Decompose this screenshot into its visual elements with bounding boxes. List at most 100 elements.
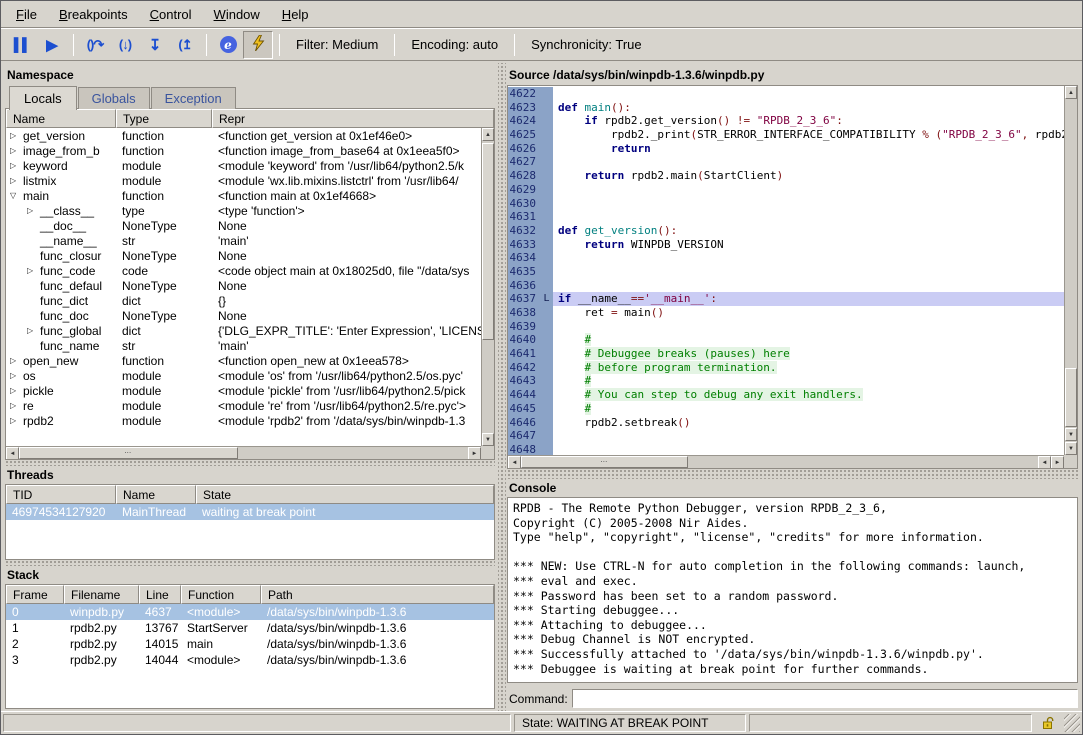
namespace-row[interactable]: func_namestr'main' xyxy=(6,338,494,353)
line-number[interactable]: 4645 xyxy=(508,402,540,416)
line-number[interactable]: 4626 xyxy=(508,142,540,156)
line-number[interactable]: 4622 xyxy=(508,87,540,101)
collapsed-triangle-icon[interactable]: ▷ xyxy=(10,371,23,380)
line-number[interactable]: 4623 xyxy=(508,101,540,115)
collapsed-triangle-icon[interactable]: ▷ xyxy=(27,326,40,335)
resize-grip[interactable] xyxy=(1064,714,1080,732)
column-header-name[interactable]: Name xyxy=(6,109,116,128)
scroll-down-icon[interactable]: ▼ xyxy=(1065,428,1077,441)
column-header-name[interactable]: Name xyxy=(116,485,196,504)
command-input[interactable] xyxy=(572,689,1078,708)
break-button[interactable]: ▌▌ xyxy=(7,31,37,59)
scroll-right-icon[interactable]: ► xyxy=(1051,456,1064,469)
menu-help[interactable]: Help xyxy=(271,2,320,27)
namespace-row[interactable]: ▷func_codecode<code object main at 0x180… xyxy=(6,263,494,278)
column-header-frame[interactable]: Frame xyxy=(6,585,64,604)
source-vertical-scrollbar[interactable]: ▲ ▼ ▼ xyxy=(1064,86,1077,455)
stack-frame-row[interactable]: 0winpdb.py4637<module>/data/sys/bin/winp… xyxy=(6,604,494,620)
line-number[interactable]: 4632 xyxy=(508,224,540,238)
line-number[interactable]: 4647 xyxy=(508,429,540,443)
scroll-left-icon[interactable]: ◄ xyxy=(508,456,521,469)
namespace-row[interactable]: ▷rpdb2module<module 'rpdb2' from '/data/… xyxy=(6,413,494,428)
line-number[interactable]: 4635 xyxy=(508,265,540,279)
synchronicity-button[interactable] xyxy=(243,31,273,59)
column-header-line[interactable]: Line xyxy=(139,585,181,604)
line-number[interactable]: 4631 xyxy=(508,210,540,224)
namespace-row[interactable]: ▷osmodule<module 'os' from '/usr/lib64/p… xyxy=(6,368,494,383)
scroll-left-icon[interactable]: ◄ xyxy=(1038,456,1051,469)
next-button[interactable]: ()↷ xyxy=(80,31,110,59)
go-button[interactable]: ▶ xyxy=(37,31,67,59)
encoding-button[interactable]: e xyxy=(213,31,243,59)
line-number[interactable]: 4646 xyxy=(508,416,540,430)
column-header-state[interactable]: State xyxy=(196,485,494,504)
scroll-right-icon[interactable]: ► xyxy=(468,447,481,460)
line-number[interactable]: 4625 xyxy=(508,128,540,142)
line-number[interactable]: 4624 xyxy=(508,114,540,128)
scroll-left-icon[interactable]: ◄ xyxy=(6,447,19,460)
menu-file[interactable]: File xyxy=(5,2,48,27)
tab-locals[interactable]: Locals xyxy=(9,86,77,110)
menu-window[interactable]: Window xyxy=(203,2,271,27)
namespace-row[interactable]: ▷open_newfunction<function open_new at 0… xyxy=(6,353,494,368)
collapsed-triangle-icon[interactable]: ▷ xyxy=(27,266,40,275)
line-number[interactable]: 4648 xyxy=(508,443,540,455)
namespace-row[interactable]: func_defaulNoneTypeNone xyxy=(6,278,494,293)
stack-frame-row[interactable]: 3rpdb2.py14044<module>/data/sys/bin/winp… xyxy=(6,652,494,668)
vertical-splitter[interactable] xyxy=(498,63,506,711)
scroll-down-icon[interactable]: ▼ xyxy=(1065,442,1077,455)
scrollbar-thumb[interactable] xyxy=(482,143,494,340)
column-header-filename[interactable]: Filename xyxy=(64,585,139,604)
tab-globals[interactable]: Globals xyxy=(78,87,150,109)
collapsed-triangle-icon[interactable]: ▷ xyxy=(10,356,23,365)
collapsed-triangle-icon[interactable]: ▷ xyxy=(10,176,23,185)
namespace-row[interactable]: ▷remodule<module 're' from '/usr/lib64/p… xyxy=(6,398,494,413)
line-number[interactable]: 4636 xyxy=(508,279,540,293)
step-button[interactable]: (↓) xyxy=(110,31,140,59)
line-number[interactable]: 4643 xyxy=(508,374,540,388)
column-header-tid[interactable]: TID xyxy=(6,485,116,504)
goto-button[interactable]: ↧ xyxy=(140,31,170,59)
menu-breakpoints[interactable]: Breakpoints xyxy=(48,2,139,27)
namespace-row[interactable]: ▷keywordmodule<module 'keyword' from '/u… xyxy=(6,158,494,173)
expanded-triangle-icon[interactable]: ▽ xyxy=(10,191,23,200)
column-header-path[interactable]: Path xyxy=(261,585,494,604)
collapsed-triangle-icon[interactable]: ▷ xyxy=(10,416,23,425)
line-number[interactable]: 4627 xyxy=(508,155,540,169)
scroll-down-icon[interactable]: ▼ xyxy=(482,433,494,446)
namespace-row[interactable]: ▷__class__type<type 'function'> xyxy=(6,203,494,218)
collapsed-triangle-icon[interactable]: ▷ xyxy=(10,131,23,140)
tab-exception[interactable]: Exception xyxy=(151,87,236,109)
namespace-row[interactable]: __doc__NoneTypeNone xyxy=(6,218,494,233)
line-number[interactable]: 4628 xyxy=(508,169,540,183)
line-number[interactable]: 4633 xyxy=(508,238,540,252)
source-console-splitter[interactable] xyxy=(507,469,1078,479)
namespace-horizontal-scrollbar[interactable]: ◄ ⋯ ► xyxy=(6,446,481,459)
line-number[interactable]: 4634 xyxy=(508,251,540,265)
scrollbar-trough[interactable] xyxy=(238,447,469,459)
scrollbar-thumb[interactable]: ⋯ xyxy=(19,447,238,459)
collapsed-triangle-icon[interactable]: ▷ xyxy=(27,206,40,215)
namespace-row[interactable]: func_closurNoneTypeNone xyxy=(6,248,494,263)
menu-control[interactable]: Control xyxy=(139,2,203,27)
scroll-up-icon[interactable]: ▲ xyxy=(482,128,494,141)
collapsed-triangle-icon[interactable]: ▷ xyxy=(10,401,23,410)
line-number[interactable]: 4629 xyxy=(508,183,540,197)
collapsed-triangle-icon[interactable]: ▷ xyxy=(10,146,23,155)
line-number[interactable]: 4639 xyxy=(508,320,540,334)
line-number[interactable]: 4637 xyxy=(508,292,540,306)
line-number[interactable]: 4641 xyxy=(508,347,540,361)
collapsed-triangle-icon[interactable]: ▷ xyxy=(10,161,23,170)
namespace-row[interactable]: func_docNoneTypeNone xyxy=(6,308,494,323)
namespace-row[interactable]: ▷get_versionfunction<function get_versio… xyxy=(6,128,494,143)
line-number[interactable]: 4644 xyxy=(508,388,540,402)
stack-frame-row[interactable]: 2rpdb2.py14015main/data/sys/bin/winpdb-1… xyxy=(6,636,494,652)
column-header-type[interactable]: Type xyxy=(116,109,212,128)
line-number[interactable]: 4630 xyxy=(508,197,540,211)
namespace-row[interactable]: __name__str'main' xyxy=(6,233,494,248)
scrollbar-thumb[interactable] xyxy=(1065,368,1077,427)
thread-row[interactable]: 46974534127920MainThreadwaiting at break… xyxy=(6,504,494,520)
return-button[interactable]: (↥ xyxy=(170,31,200,59)
namespace-row[interactable]: ▷func_globaldict{'DLG_EXPR_TITLE': 'Ente… xyxy=(6,323,494,338)
stack-frame-row[interactable]: 1rpdb2.py13767StartServer/data/sys/bin/w… xyxy=(6,620,494,636)
